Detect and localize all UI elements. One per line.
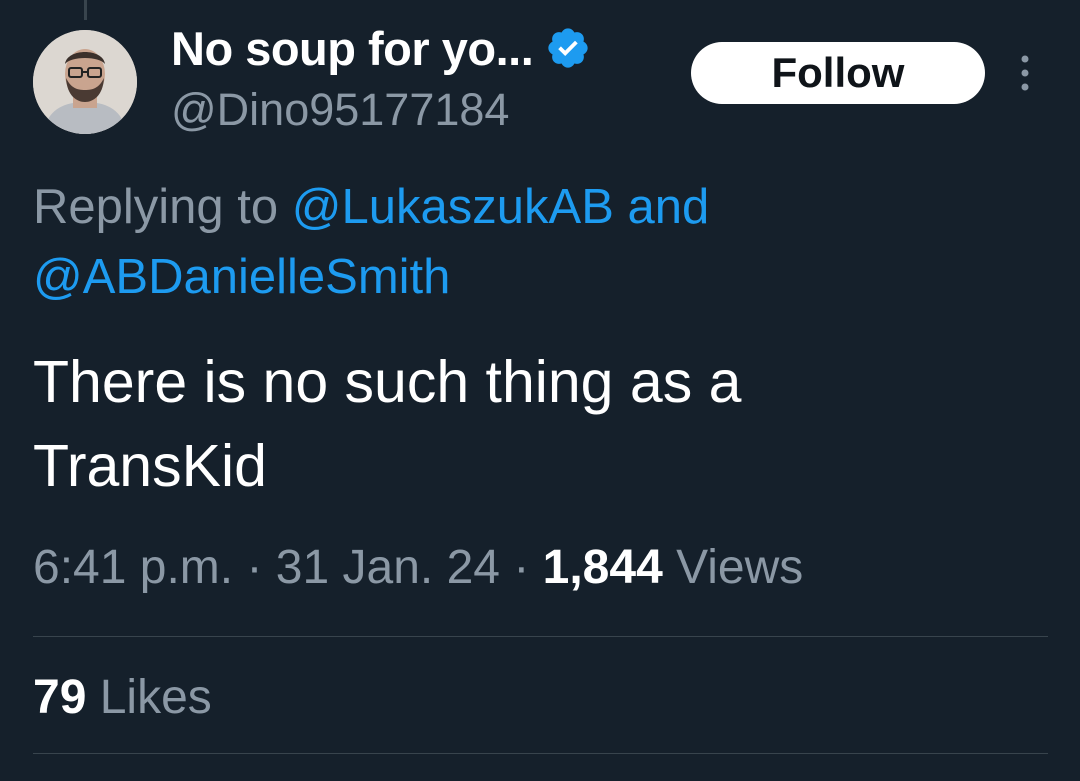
views-count: 1,844: [542, 541, 663, 594]
tweet-detail: No soup for yo... @Dino95177184 Follow R…: [0, 0, 1080, 781]
mention-link[interactable]: @ABDanielleSmith: [33, 250, 450, 304]
mention-link[interactable]: @LukaszukAB: [292, 180, 614, 234]
verified-badge-icon[interactable]: [545, 25, 591, 71]
replying-prefix: Replying to: [33, 180, 279, 234]
likes-label: Likes: [99, 671, 212, 724]
likes-count: 79: [33, 671, 87, 724]
tweet-text: There is no such thing as a TransKid: [33, 340, 1033, 508]
mention-joiner[interactable]: and: [628, 180, 710, 234]
likes-link[interactable]: 79 Likes: [33, 670, 212, 725]
author-name-row: No soup for yo...: [171, 18, 591, 78]
views-label: Views: [676, 541, 804, 594]
more-options-icon[interactable]: [1010, 50, 1040, 96]
tweet-text-line: There is no such thing as a: [33, 349, 742, 415]
tweet-date[interactable]: 31 Jan. 24: [276, 541, 500, 594]
divider: [33, 753, 1048, 754]
meta-separator: ·: [513, 541, 530, 594]
tweet-text-line: TransKid: [33, 433, 267, 499]
follow-button[interactable]: Follow: [691, 42, 985, 104]
thread-connector-line: [84, 0, 87, 20]
tweet-time[interactable]: 6:41 p.m.: [33, 541, 233, 594]
avatar[interactable]: [33, 30, 137, 134]
divider: [33, 636, 1048, 637]
tweet-metadata: 6:41 p.m. · 31 Jan. 24 · 1,844 Views: [33, 540, 803, 595]
author-display-name[interactable]: No soup for yo...: [171, 21, 534, 76]
meta-separator: ·: [246, 541, 263, 594]
replying-to: Replying to @LukaszukAB and @ABDanielleS…: [33, 172, 1033, 312]
author-handle[interactable]: @Dino95177184: [171, 84, 509, 136]
